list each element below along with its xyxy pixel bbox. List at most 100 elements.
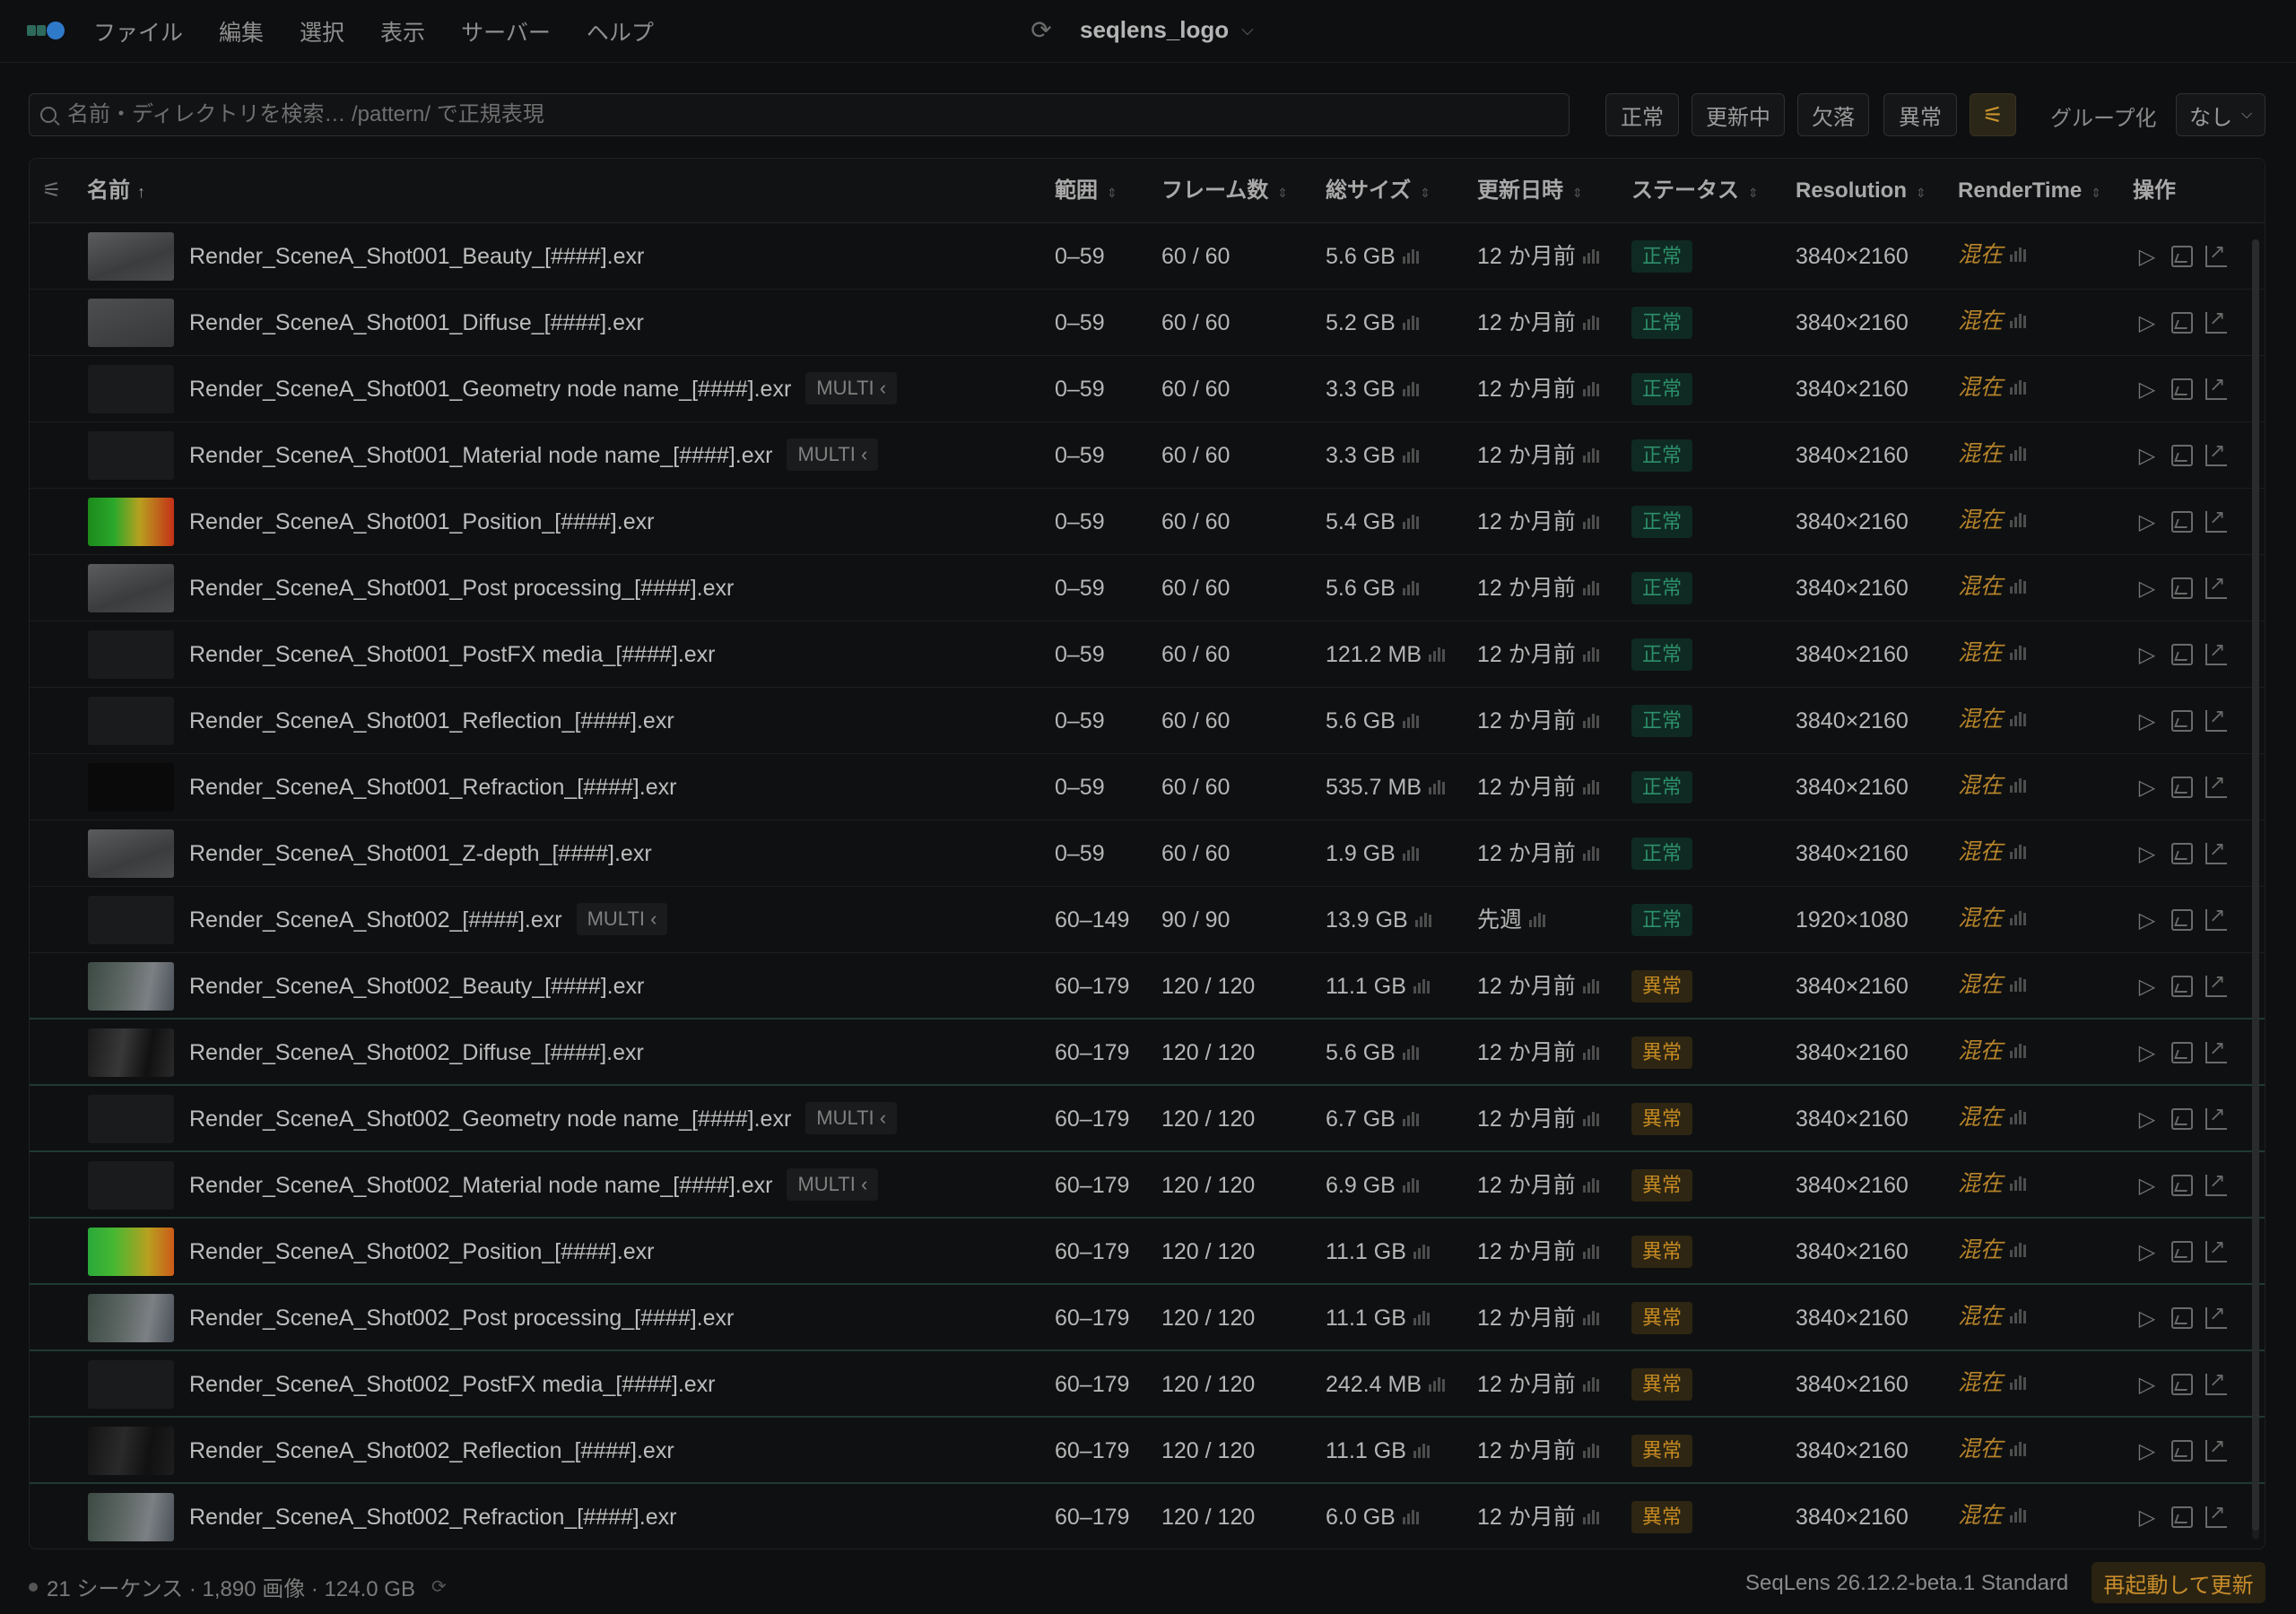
- histogram-icon[interactable]: [1402, 380, 1421, 397]
- histogram-icon[interactable]: [2010, 976, 2028, 993]
- col-range[interactable]: 範囲 ⇕: [1055, 159, 1118, 223]
- sequence-thumbnail[interactable]: [88, 564, 174, 612]
- histogram-icon[interactable]: [1402, 513, 1421, 530]
- sequence-thumbnail[interactable]: [88, 1294, 174, 1342]
- image-view-icon[interactable]: [2171, 777, 2193, 798]
- image-view-icon[interactable]: [2171, 710, 2193, 732]
- histogram-icon[interactable]: [1582, 247, 1601, 265]
- sequence-thumbnail[interactable]: [88, 962, 174, 1011]
- filter-settings-button[interactable]: ⚟: [1970, 93, 2016, 136]
- histogram-icon[interactable]: [2010, 1374, 2028, 1391]
- image-view-icon[interactable]: [2171, 312, 2193, 334]
- project-name[interactable]: seqlens_logo: [1080, 16, 1229, 44]
- multi-badge[interactable]: MULTI ‹: [787, 438, 879, 472]
- filter-updating-button[interactable]: 更新中: [1692, 93, 1785, 136]
- histogram-icon[interactable]: [1413, 1309, 1431, 1326]
- table-row[interactable]: Render_SceneA_Shot001_Geometry node name…: [30, 356, 2265, 422]
- sequence-thumbnail[interactable]: [88, 1228, 174, 1276]
- histogram-icon[interactable]: [2010, 1506, 2028, 1523]
- histogram-icon[interactable]: [1429, 778, 1447, 795]
- image-view-icon[interactable]: [2171, 909, 2193, 931]
- play-icon[interactable]: ▷: [2135, 709, 2159, 733]
- histogram-icon[interactable]: [1402, 1044, 1421, 1061]
- open-external-icon[interactable]: [2205, 1169, 2227, 1196]
- sequence-thumbnail[interactable]: [88, 431, 174, 480]
- menu-edit[interactable]: 編集: [219, 15, 264, 48]
- histogram-icon[interactable]: [2010, 445, 2028, 462]
- open-external-icon[interactable]: [2205, 771, 2227, 798]
- image-view-icon[interactable]: [2171, 577, 2193, 599]
- play-icon[interactable]: ▷: [2135, 1306, 2159, 1331]
- col-frames[interactable]: フレーム数 ⇕: [1161, 159, 1288, 223]
- sequence-thumbnail[interactable]: [88, 1427, 174, 1475]
- histogram-icon[interactable]: [1582, 579, 1601, 596]
- play-icon[interactable]: ▷: [2135, 975, 2159, 999]
- histogram-icon[interactable]: [2010, 1175, 2028, 1192]
- table-row[interactable]: Render_SceneA_Shot001_Z-depth_[####].exr…: [30, 820, 2265, 887]
- sequence-thumbnail[interactable]: [88, 1161, 174, 1210]
- table-row[interactable]: Render_SceneA_Shot002_Position_[####].ex…: [30, 1219, 2265, 1285]
- play-icon[interactable]: ▷: [2135, 1174, 2159, 1198]
- histogram-icon[interactable]: [1582, 447, 1601, 464]
- histogram-icon[interactable]: [1402, 845, 1421, 862]
- image-view-icon[interactable]: [2171, 1506, 2193, 1528]
- histogram-icon[interactable]: [1413, 977, 1431, 994]
- histogram-icon[interactable]: [1413, 1442, 1431, 1459]
- histogram-icon[interactable]: [2010, 1108, 2028, 1125]
- histogram-icon[interactable]: [1402, 247, 1421, 265]
- multi-badge[interactable]: MULTI ‹: [576, 903, 668, 936]
- search-bar[interactable]: [29, 93, 1570, 136]
- image-view-icon[interactable]: [2171, 1374, 2193, 1395]
- histogram-icon[interactable]: [1582, 712, 1601, 729]
- sequence-thumbnail[interactable]: [88, 232, 174, 281]
- col-resolution[interactable]: Resolution ⇕: [1796, 159, 1926, 223]
- open-external-icon[interactable]: [2205, 572, 2227, 599]
- histogram-icon[interactable]: [1429, 1375, 1447, 1393]
- play-icon[interactable]: ▷: [2135, 1373, 2159, 1397]
- table-row[interactable]: Render_SceneA_Shot001_Material node name…: [30, 422, 2265, 489]
- histogram-icon[interactable]: [1582, 1044, 1601, 1061]
- col-size[interactable]: 総サイズ ⇕: [1326, 159, 1431, 223]
- play-icon[interactable]: ▷: [2135, 1041, 2159, 1065]
- table-row[interactable]: Render_SceneA_Shot002_Post processing_[#…: [30, 1285, 2265, 1351]
- table-row[interactable]: Render_SceneA_Shot002_Diffuse_[####].exr…: [30, 1020, 2265, 1086]
- menu-file[interactable]: ファイル: [93, 15, 183, 48]
- open-external-icon[interactable]: [2205, 307, 2227, 334]
- histogram-icon[interactable]: [1402, 1508, 1421, 1525]
- histogram-icon[interactable]: [1582, 646, 1601, 663]
- multi-badge[interactable]: MULTI ‹: [787, 1168, 879, 1202]
- sequence-thumbnail[interactable]: [88, 1028, 174, 1077]
- table-row[interactable]: Render_SceneA_Shot002_PostFX media_[####…: [30, 1351, 2265, 1418]
- histogram-icon[interactable]: [2010, 246, 2028, 263]
- play-icon[interactable]: ▷: [2135, 1506, 2159, 1530]
- histogram-icon[interactable]: [1582, 314, 1601, 331]
- histogram-icon[interactable]: [1402, 712, 1421, 729]
- open-external-icon[interactable]: [2205, 705, 2227, 732]
- open-external-icon[interactable]: [2205, 1236, 2227, 1263]
- image-view-icon[interactable]: [2171, 378, 2193, 400]
- filter-ok-button[interactable]: 正常: [1605, 93, 1679, 136]
- filter-missing-button[interactable]: 欠落: [1797, 93, 1869, 136]
- sequence-thumbnail[interactable]: [88, 299, 174, 347]
- table-row[interactable]: Render_SceneA_Shot001_Refraction_[####].…: [30, 754, 2265, 820]
- table-row[interactable]: Render_SceneA_Shot001_Reflection_[####].…: [30, 688, 2265, 754]
- image-view-icon[interactable]: [2171, 1175, 2193, 1196]
- open-external-icon[interactable]: [2205, 904, 2227, 931]
- col-modified[interactable]: 更新日時 ⇕: [1477, 159, 1583, 223]
- sequence-thumbnail[interactable]: [88, 829, 174, 878]
- play-icon[interactable]: ▷: [2135, 245, 2159, 269]
- histogram-icon[interactable]: [1582, 977, 1601, 994]
- refresh-icon[interactable]: ⟳: [431, 1575, 447, 1598]
- histogram-icon[interactable]: [1582, 1442, 1601, 1459]
- menu-help[interactable]: ヘルプ: [587, 15, 654, 48]
- image-view-icon[interactable]: [2171, 644, 2193, 665]
- histogram-icon[interactable]: [2010, 710, 2028, 727]
- refresh-icon[interactable]: ⟳: [1028, 16, 1055, 44]
- open-external-icon[interactable]: [2205, 837, 2227, 864]
- table-row[interactable]: Render_SceneA_Shot001_Beauty_[####].exr 0…: [30, 223, 2265, 290]
- col-name[interactable]: 名前 ↑: [87, 159, 145, 223]
- table-row[interactable]: Render_SceneA_Shot001_Post processing_[#…: [30, 555, 2265, 621]
- play-icon[interactable]: ▷: [2135, 1107, 2159, 1132]
- histogram-icon[interactable]: [1582, 1176, 1601, 1193]
- open-external-icon[interactable]: [2205, 1368, 2227, 1395]
